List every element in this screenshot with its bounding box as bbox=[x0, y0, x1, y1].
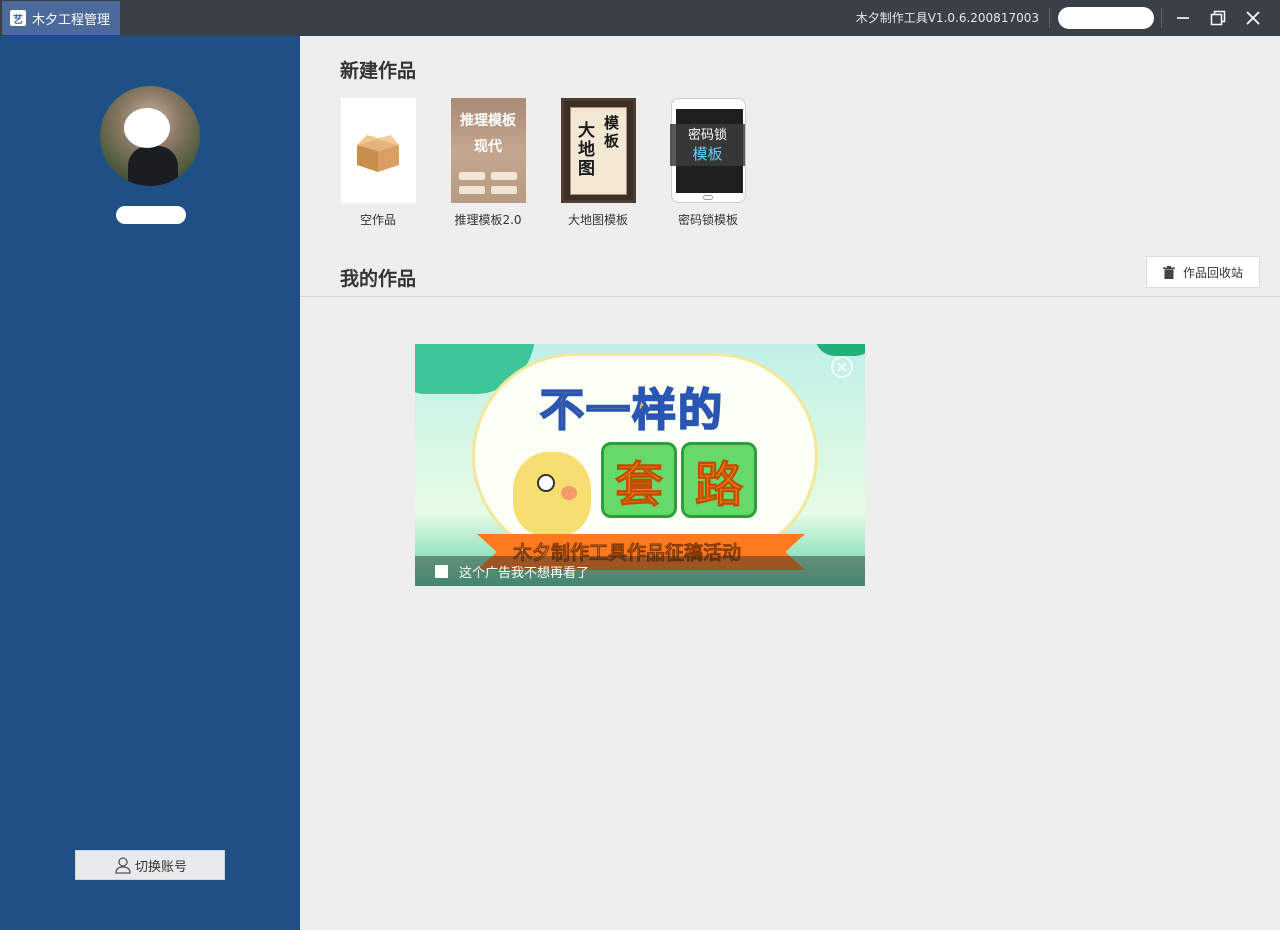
ad-banner[interactable]: 不一样的 套 路 木夕制作工具作品征稿活动 这个广告我不想再看了 bbox=[415, 344, 865, 586]
ad-dismiss-label[interactable]: 这个广告我不想再看了 bbox=[459, 562, 589, 581]
template-label: 密码锁模板 bbox=[677, 213, 738, 227]
switch-account-button[interactable]: 切换账号 bbox=[75, 850, 225, 880]
app-logo-icon: 艺 bbox=[10, 10, 26, 26]
template-thumb bbox=[340, 98, 416, 203]
thumb-subtitle: 现代 bbox=[474, 139, 502, 155]
close-icon bbox=[837, 362, 847, 372]
thumb-paper: 大地图 模板 bbox=[569, 107, 627, 195]
template-thumb: 大地图 模板 bbox=[560, 98, 636, 203]
sidebar: 切换账号 bbox=[0, 36, 300, 930]
ad-headline: 不一样的 bbox=[539, 384, 724, 437]
my-works-title: 我的作品 bbox=[340, 268, 417, 290]
template-label: 大地图模板 bbox=[567, 213, 628, 227]
box-icon bbox=[357, 134, 399, 172]
thumb-chip bbox=[490, 172, 517, 180]
user-name-redacted[interactable] bbox=[1058, 7, 1154, 29]
template-big-map[interactable]: 大地图 模板 大地图模板 bbox=[558, 98, 638, 228]
ad-dismiss-checkbox[interactable] bbox=[435, 564, 448, 578]
section-divider bbox=[300, 296, 1280, 297]
template-empty[interactable]: 空作品 bbox=[338, 98, 418, 228]
avatar-body bbox=[128, 146, 178, 186]
thumb-title: 推理模板 bbox=[460, 113, 516, 129]
user-icon bbox=[115, 857, 131, 874]
minimize-button[interactable] bbox=[1166, 0, 1200, 36]
phone-home-button bbox=[702, 195, 713, 200]
titlebar-divider bbox=[1161, 8, 1162, 28]
minimize-icon bbox=[1177, 17, 1189, 19]
restore-icon bbox=[1210, 10, 1226, 26]
template-thumb: 推理模板 现代 bbox=[450, 98, 526, 203]
template-reasoning[interactable]: 推理模板 现代 推理模板2.0 bbox=[448, 98, 528, 228]
template-thumb bbox=[670, 98, 746, 203]
ad-tile: 套 bbox=[601, 442, 677, 518]
ad-close-button[interactable] bbox=[831, 356, 853, 378]
trash-icon bbox=[1162, 265, 1175, 279]
title-bar: 艺 木夕工程管理 木夕制作工具V1.0.6.200817003 bbox=[0, 0, 1280, 36]
restore-button[interactable] bbox=[1201, 0, 1235, 36]
recycle-bin-label: 作品回收站 bbox=[1182, 265, 1243, 280]
close-button[interactable] bbox=[1236, 0, 1270, 36]
bird-cheek bbox=[561, 486, 577, 500]
main-content: 新建作品 空作品 推理模板 现代 推理模板2.0 大地图 模板 大地图模板 密码… bbox=[300, 36, 1280, 930]
app-tab[interactable]: 艺 木夕工程管理 bbox=[2, 1, 120, 35]
thumb-chip bbox=[490, 186, 517, 194]
template-password-lock[interactable]: 密码锁模板 bbox=[668, 98, 748, 228]
bird-mascot-icon bbox=[513, 452, 591, 536]
ad-tile: 路 bbox=[681, 442, 757, 518]
bird-eye bbox=[537, 474, 555, 492]
switch-account-label: 切换账号 bbox=[134, 859, 187, 875]
thumb-chip bbox=[458, 186, 485, 194]
thumb-title: 大地图 bbox=[578, 121, 595, 179]
new-works-title: 新建作品 bbox=[340, 60, 417, 82]
ad-decoration bbox=[815, 344, 865, 356]
phone-screen bbox=[675, 109, 743, 193]
template-label: 推理模板2.0 bbox=[454, 213, 522, 227]
app-name: 木夕工程管理 bbox=[32, 12, 111, 28]
template-label: 空作品 bbox=[359, 213, 396, 227]
version-label: 木夕制作工具V1.0.6.200817003 bbox=[855, 11, 1039, 25]
ad-dismiss-bar: 这个广告我不想再看了 bbox=[415, 556, 865, 586]
thumb-subtitle: 模板 bbox=[603, 114, 619, 150]
close-icon bbox=[1246, 11, 1260, 25]
avatar-face-redacted bbox=[124, 108, 170, 148]
avatar[interactable] bbox=[100, 86, 200, 186]
thumb-chip bbox=[458, 172, 485, 180]
recycle-bin-button[interactable]: 作品回收站 bbox=[1146, 256, 1260, 288]
user-name-redacted bbox=[116, 206, 186, 224]
titlebar-divider bbox=[1049, 8, 1050, 28]
